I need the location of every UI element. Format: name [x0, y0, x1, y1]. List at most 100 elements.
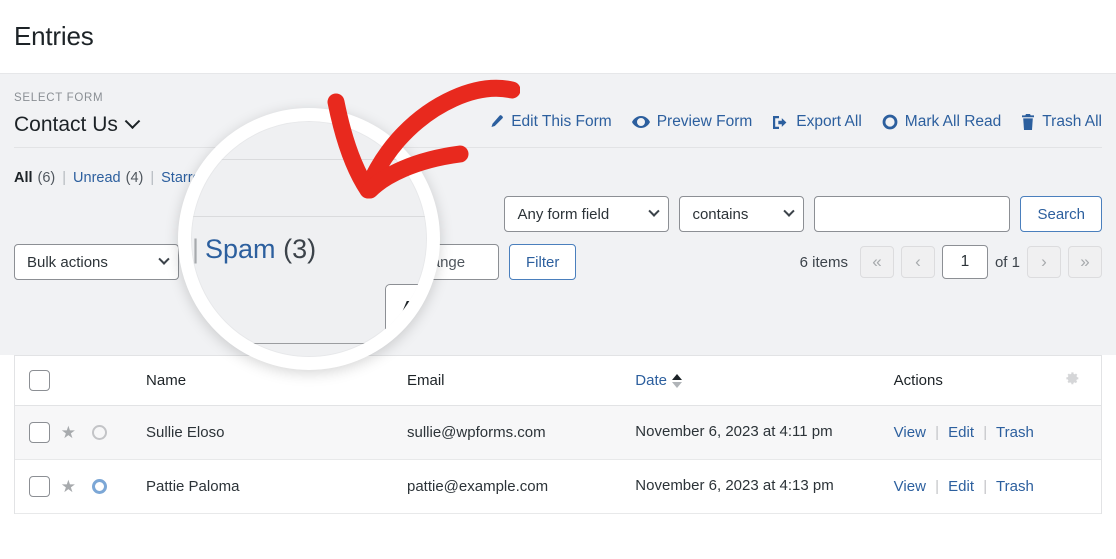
date-sort-link[interactable]: Date	[635, 372, 682, 389]
row-actions: View | Edit | Trash	[894, 460, 1042, 514]
trash-all-link[interactable]: Trash All	[1021, 113, 1102, 131]
select-form-label: SELECT FORM	[14, 92, 138, 104]
entries-table-container: Name Email Date Actions	[14, 355, 1102, 514]
row-actions: View | Edit | Trash	[894, 406, 1042, 460]
chevron-down-icon	[784, 206, 795, 217]
entry-views-row: All (6) | Unread (4) | Starred (0) | Spa…	[14, 148, 1102, 190]
view-link-all[interactable]: All	[14, 170, 33, 186]
column-settings-header	[1042, 356, 1101, 406]
circle-icon	[882, 114, 898, 130]
view-separator: |	[62, 170, 66, 186]
star-icon[interactable]: ★	[61, 478, 76, 495]
table-row: ★ Sullie Eloso sullie@wpforms.com Novemb…	[15, 406, 1101, 460]
row-view-link[interactable]: View	[894, 478, 926, 495]
chevron-down-icon	[125, 113, 141, 129]
row-date: November 6, 2023 at 4:11 pm	[635, 406, 893, 460]
export-icon	[772, 115, 789, 130]
row-checkbox[interactable]	[29, 422, 50, 443]
row-edit-link[interactable]: Edit	[948, 424, 974, 441]
mark-all-read-label: Mark All Read	[905, 113, 1001, 131]
chevron-down-icon	[649, 206, 660, 217]
row-status-cell: ★	[61, 406, 146, 460]
entries-table-head: Name Email Date Actions	[15, 356, 1101, 406]
magnifier-rule-top	[178, 159, 440, 160]
search-button[interactable]: Search	[1020, 196, 1102, 232]
email-header: Email	[407, 356, 635, 406]
pagination-first-button[interactable]: «	[860, 246, 894, 278]
row-status-cell: ★	[61, 460, 146, 514]
form-selector-row: SELECT FORM Contact Us Edit This Form Pr…	[14, 74, 1102, 148]
magnifier-spam-count: (3)	[283, 234, 316, 264]
export-all-link[interactable]: Export All	[772, 113, 861, 131]
row-view-link[interactable]: View	[894, 424, 926, 441]
form-actions-group: Edit This Form Preview Form Export All M…	[488, 113, 1102, 137]
row-edit-link[interactable]: Edit	[948, 478, 974, 495]
magnifier-views-text: (0) |Spam (3)	[178, 234, 316, 265]
entries-table-body: ★ Sullie Eloso sullie@wpforms.com Novemb…	[15, 406, 1101, 514]
row-date-text: November 6, 2023 at 4:11 pm	[635, 422, 847, 442]
pagination-next-button[interactable]: ›	[1027, 246, 1061, 278]
magnifier-content: (0)|Spam (3) An	[191, 121, 427, 357]
chevron-down-icon	[158, 254, 169, 265]
icons-header	[61, 356, 146, 406]
search-field-select[interactable]: Any form field	[504, 196, 669, 232]
form-selector-dropdown[interactable]: Contact Us	[14, 113, 138, 137]
row-gear-cell	[1042, 406, 1101, 460]
filter-button[interactable]: Filter	[509, 244, 576, 280]
search-compare-select-value: contains	[692, 206, 748, 223]
export-all-label: Export All	[796, 113, 861, 131]
magnifier-pipe: |	[192, 234, 199, 264]
search-row: Any form field contains Search	[14, 196, 1102, 232]
row-date-text: November 6, 2023 at 4:13 pm	[635, 476, 847, 496]
trash-icon	[1021, 114, 1035, 130]
sort-arrows-icon	[672, 374, 682, 388]
star-icon[interactable]: ★	[61, 424, 76, 441]
pagination-current-page-input[interactable]	[942, 245, 988, 279]
row-name: Sullie Eloso	[146, 406, 407, 460]
search-compare-select[interactable]: contains	[679, 196, 804, 232]
magnifier-lens: (0)|Spam (3) An	[178, 108, 440, 370]
trash-all-label: Trash All	[1042, 113, 1102, 131]
magnifier-spam-link[interactable]: Spam	[205, 234, 276, 264]
pagination: 6 items « ‹ of 1 › »	[800, 245, 1102, 279]
mark-all-read-link[interactable]: Mark All Read	[882, 113, 1001, 131]
form-selector-value: Contact Us	[14, 113, 118, 137]
action-separator: |	[935, 424, 939, 441]
row-email: pattie@example.com	[407, 460, 635, 514]
table-row: ★ Pattie Paloma pattie@example.com Novem…	[15, 460, 1101, 514]
row-checkbox[interactable]	[29, 476, 50, 497]
preview-form-link[interactable]: Preview Form	[632, 113, 753, 131]
edit-this-form-link[interactable]: Edit This Form	[488, 113, 612, 131]
select-form-group: SELECT FORM Contact Us	[14, 92, 138, 137]
action-separator: |	[983, 478, 987, 495]
magnifier-starred-count: (0)	[178, 234, 186, 264]
pagination-prev-button[interactable]: ‹	[901, 246, 935, 278]
gear-icon[interactable]	[1063, 374, 1080, 391]
pagination-last-button[interactable]: »	[1068, 246, 1102, 278]
pagination-total-pages: of 1	[995, 254, 1020, 271]
row-email: sullie@wpforms.com	[407, 406, 635, 460]
row-trash-link[interactable]: Trash	[996, 478, 1034, 495]
bulk-actions-select[interactable]: Bulk actions	[14, 244, 179, 280]
date-header: Date	[635, 356, 893, 406]
select-all-checkbox[interactable]	[29, 370, 50, 391]
items-count: 6 items	[800, 254, 848, 271]
view-link-unread[interactable]: Unread	[73, 170, 121, 186]
search-field-select-value: Any form field	[517, 206, 609, 223]
page-header: Entries	[0, 0, 1116, 73]
bulk-actions-row: Bulk actions Any status Select a date ra…	[14, 244, 1102, 280]
page-title: Entries	[14, 21, 94, 52]
row-select-cell	[15, 460, 61, 514]
read-status-icon[interactable]	[92, 479, 107, 494]
view-separator-2: |	[150, 170, 154, 186]
search-input[interactable]	[814, 196, 1010, 232]
entries-toolbar: SELECT FORM Contact Us Edit This Form Pr…	[0, 73, 1116, 355]
table-header-row: Name Email Date Actions	[15, 356, 1101, 406]
row-trash-link[interactable]: Trash	[996, 424, 1034, 441]
date-header-label: Date	[635, 372, 667, 389]
magnifier-rule-mid	[178, 216, 440, 217]
edit-this-form-label: Edit This Form	[511, 113, 612, 131]
bulk-actions-select-value: Bulk actions	[27, 254, 108, 271]
row-name: Pattie Paloma	[146, 460, 407, 514]
read-status-icon[interactable]	[92, 425, 107, 440]
